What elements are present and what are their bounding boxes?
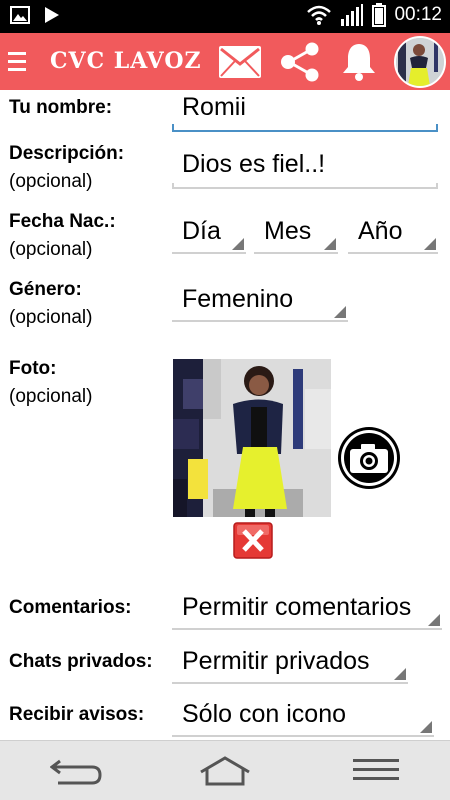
month-select[interactable]: Mes bbox=[254, 214, 338, 254]
app-bar: CVC LAVOZ bbox=[0, 33, 450, 90]
close-icon bbox=[233, 522, 273, 559]
comments-label: Comentarios: bbox=[9, 597, 132, 618]
notifications-select[interactable]: Sólo con icono bbox=[172, 697, 434, 737]
play-icon bbox=[45, 7, 59, 23]
name-input[interactable]: Romii bbox=[172, 90, 438, 132]
share-icon[interactable] bbox=[279, 42, 321, 82]
description-input[interactable]: Dios es fiel..! bbox=[172, 147, 438, 189]
profile-photo[interactable] bbox=[173, 359, 331, 517]
status-time: 00:12 bbox=[394, 4, 442, 25]
day-select[interactable]: Día bbox=[172, 214, 246, 254]
comments-select[interactable]: Permitir comentarios bbox=[172, 590, 442, 630]
app-title: CVC LAVOZ bbox=[50, 48, 202, 74]
menu-icon[interactable] bbox=[8, 52, 26, 72]
private-chats-select[interactable]: Permitir privados bbox=[172, 644, 408, 684]
avatar[interactable] bbox=[394, 36, 446, 88]
camera-icon bbox=[338, 427, 400, 489]
photo-label: Foto: (opcional) bbox=[9, 358, 93, 407]
description-label: Descripción: (opcional) bbox=[9, 143, 125, 192]
navigation-bar bbox=[0, 740, 450, 800]
status-bar: 00:12 bbox=[0, 0, 450, 33]
birthdate-label: Fecha Nac.: (opcional) bbox=[9, 211, 116, 260]
name-label: Tu nombre: bbox=[9, 97, 113, 118]
battery-icon bbox=[372, 3, 387, 27]
notifications-label: Recibir avisos: bbox=[9, 704, 145, 725]
gender-select[interactable]: Femenino bbox=[172, 282, 348, 322]
back-icon[interactable] bbox=[50, 755, 102, 787]
mail-icon[interactable] bbox=[218, 45, 262, 79]
signal-icon bbox=[341, 4, 364, 26]
description-value: Dios es fiel..! bbox=[182, 150, 326, 178]
wifi-icon bbox=[307, 5, 332, 25]
delete-photo-button[interactable] bbox=[233, 522, 273, 559]
menu-lines-icon[interactable] bbox=[352, 757, 400, 783]
bell-icon[interactable] bbox=[341, 42, 377, 82]
image-icon bbox=[10, 6, 30, 24]
name-value: Romii bbox=[182, 93, 246, 121]
private-chats-label: Chats privados: bbox=[9, 651, 153, 672]
home-icon[interactable] bbox=[198, 755, 252, 787]
year-select[interactable]: Año bbox=[348, 214, 438, 254]
camera-button[interactable] bbox=[336, 425, 402, 491]
gender-label: Género: (opcional) bbox=[9, 279, 93, 328]
